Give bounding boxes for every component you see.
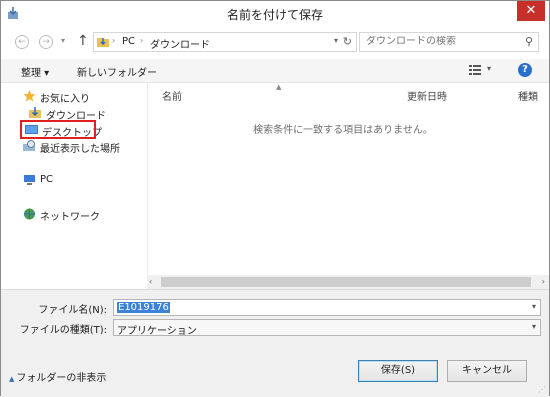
filename-value: E1019176 [117,302,170,313]
chevron-up-icon: ▲ [9,375,15,383]
save-as-dialog: 名前を付けて保存 ✕ ← → ▾ ↑ › PC › ダウンロード ▾ ↻ ⚲ 整… [0,0,550,397]
star-icon [23,90,36,102]
breadcrumb-separator: › [140,36,144,45]
recent-locations-dropdown[interactable]: ▾ [61,36,65,45]
chevron-down-icon[interactable]: ▾ [334,36,338,45]
close-button[interactable]: ✕ [517,1,545,21]
chevron-down-icon[interactable]: ▾ [532,302,536,311]
sidebar-item-label: ネットワーク [40,212,100,223]
chevron-down-icon[interactable]: ▾ [532,322,536,331]
column-header-name[interactable]: 名前 [162,88,182,103]
empty-message: 検索条件に一致する項目はありません。 [253,125,433,136]
column-header-type[interactable]: 種類 [518,88,538,103]
cancel-button[interactable]: キャンセル [447,360,527,382]
forward-button[interactable]: → [39,35,53,49]
sidebar-item-label: お気に入り [40,94,90,105]
hide-folders-label: フォルダーの非表示 [16,373,107,384]
search-input[interactable] [366,36,516,47]
navigation-pane: お気に入り ダウンロード デスクトップ 最近表示した場所 PC ネットワーク [1,83,147,289]
file-list[interactable]: ▲ 名前 更新日時 種類 検索条件に一致する項目はありません。 [147,83,549,289]
resize-grip-icon[interactable]: ⋰ [538,385,546,394]
download-folder-icon [29,107,41,118]
search-icon[interactable]: ⚲ [525,35,533,48]
breadcrumb-separator: › [112,36,116,45]
highlight-box [20,120,96,139]
save-button[interactable]: 保存(S) [358,360,438,382]
breadcrumb-pc[interactable]: PC [122,36,135,47]
scroll-right-icon[interactable]: › [542,277,545,286]
recent-places-icon [23,140,35,151]
filename-field[interactable]: E1019176 ▾ [113,299,541,316]
scrollbar-thumb[interactable] [161,277,531,287]
scroll-left-icon[interactable]: ‹ [149,277,152,286]
network-icon [24,208,35,220]
sidebar-item-label: 最近表示した場所 [40,144,120,155]
search-box[interactable]: ⚲ [359,32,539,52]
filetype-select[interactable]: アプリケーション ▾ [113,319,541,337]
filename-label: ファイル名(N): [38,305,107,316]
up-button[interactable]: ↑ [77,33,89,49]
window-title: 名前を付けて保存 [226,8,323,22]
folder-icon [97,38,109,47]
save-form: ファイル名(N): E1019176 ▾ ファイルの種類(T): アプリケーショ… [1,289,549,397]
address-bar[interactable]: › PC › ダウンロード ▾ ↻ [93,32,357,52]
horizontal-scrollbar[interactable]: ‹ › [147,275,549,289]
hide-folders-toggle[interactable]: ▲ フォルダーの非表示 [9,369,106,384]
help-icon[interactable]: ? [518,63,532,77]
new-folder-button[interactable]: 新しいフォルダー [77,64,157,79]
organize-menu-button[interactable]: 整理 ▾ [21,64,49,79]
navigation-bar: ← → ▾ ↑ › PC › ダウンロード ▾ ↻ ⚲ [1,27,549,59]
sidebar-item-label: PC [40,174,54,185]
column-header-date[interactable]: 更新日時 [407,88,447,103]
command-bar: 整理 ▾ 新しいフォルダー ▾ ? [1,59,549,83]
title-bar: 名前を付けて保存 ✕ [1,1,549,27]
filetype-value: アプリケーション [117,326,197,337]
back-button[interactable]: ← [15,35,29,49]
filetype-label: ファイルの種類(T): [19,325,107,336]
breadcrumb-downloads[interactable]: ダウンロード [150,36,210,51]
chevron-down-icon[interactable]: ▾ [487,64,491,73]
view-options-icon[interactable] [469,64,481,76]
sort-indicator-icon: ▲ [276,83,282,91]
refresh-icon[interactable]: ↻ [343,35,352,48]
computer-icon [24,175,35,185]
